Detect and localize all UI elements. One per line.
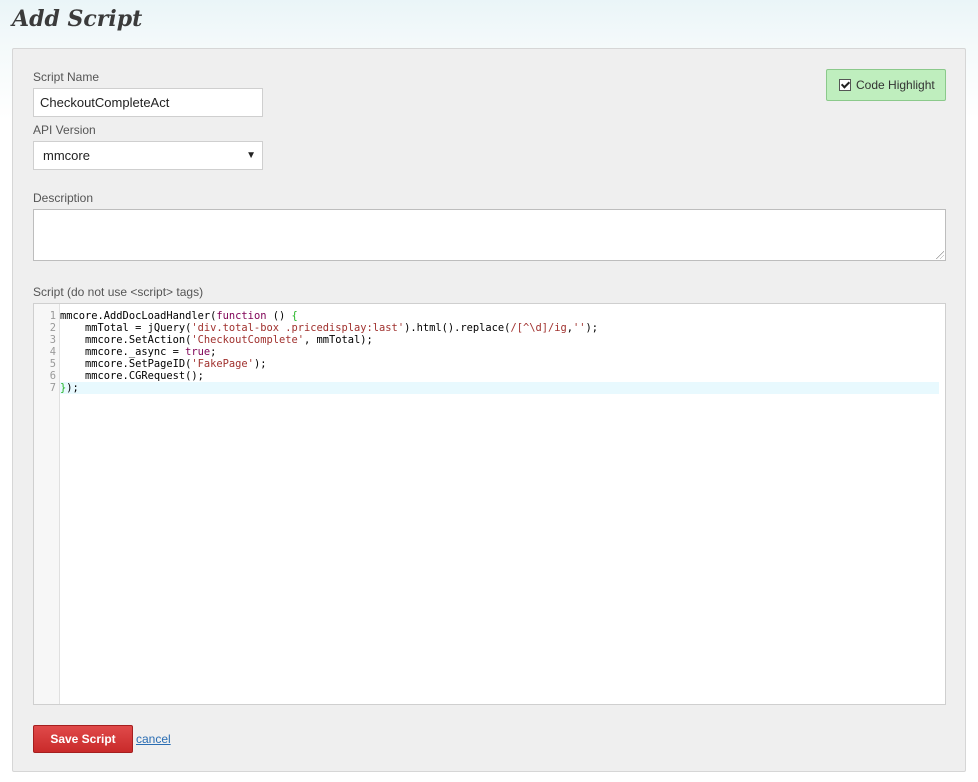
- code-line: 4 mmcore._async = true;: [50, 346, 945, 358]
- script-name-input[interactable]: CheckoutCompleteAct: [33, 88, 263, 117]
- description-textarea[interactable]: [33, 209, 946, 261]
- api-version-select[interactable]: mmcore ▼: [33, 141, 263, 170]
- dropdown-arrow-icon: ▼: [246, 150, 256, 161]
- code-line: 6 mmcore.CGRequest();: [50, 370, 945, 382]
- line-number: 3: [49, 334, 56, 346]
- script-code-editor[interactable]: 1 mmcore.AddDocLoadHandler(function () { …: [33, 303, 946, 705]
- page-title: Add Script: [12, 6, 143, 32]
- api-version-selected: mmcore: [43, 148, 90, 163]
- line-number: 2: [49, 322, 56, 334]
- code-highlight-label: Code Highlight: [856, 78, 935, 92]
- script-label: Script (do not use <script> tags): [33, 285, 204, 299]
- checkbox-icon[interactable]: [839, 79, 851, 91]
- description-label: Description: [33, 191, 94, 205]
- api-version-label: API Version: [33, 123, 96, 137]
- code-line: 5 mmcore.SetPageID('FakePage');: [50, 358, 945, 370]
- resize-handle[interactable]: [936, 251, 944, 259]
- script-name-label: Script Name: [33, 70, 100, 84]
- code-line: 2 mmTotal = jQuery('div.total-box .price…: [50, 322, 945, 334]
- line-number: 7: [49, 382, 56, 394]
- code-highlight-toggle[interactable]: Code Highlight: [826, 69, 946, 101]
- code-lines: 1 mmcore.AddDocLoadHandler(function () { …: [50, 310, 945, 394]
- line-number: 5: [49, 358, 56, 370]
- cancel-link[interactable]: cancel: [136, 732, 171, 746]
- line-number: 6: [49, 370, 56, 382]
- code-line: 3 mmcore.SetAction('CheckoutComplete', m…: [50, 334, 945, 346]
- line-number: 4: [49, 346, 56, 358]
- code-line: 1 mmcore.AddDocLoadHandler(function () {: [50, 310, 945, 322]
- script-form-panel: Script Name CheckoutCompleteAct API Vers…: [12, 48, 966, 772]
- save-script-button[interactable]: Save Script: [33, 725, 133, 753]
- code-line: 7});: [50, 382, 939, 394]
- line-number: 1: [49, 310, 56, 322]
